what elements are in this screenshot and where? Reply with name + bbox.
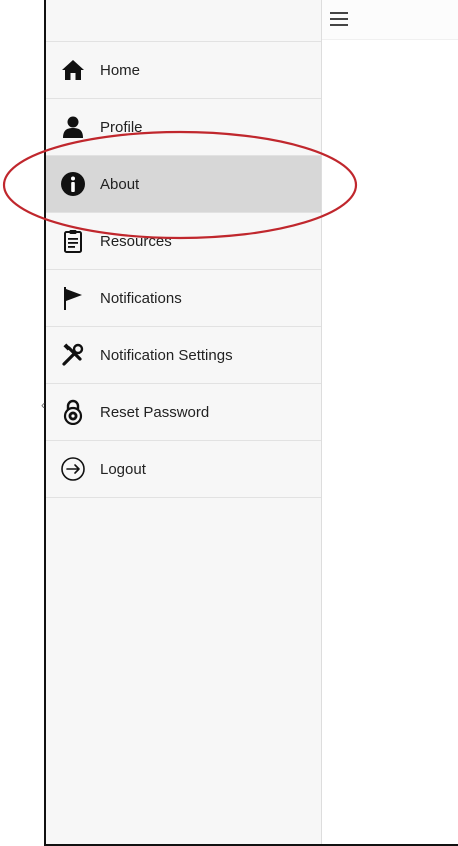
menu-item-label: Reset Password (100, 403, 210, 421)
menu-item-profile[interactable]: Profile (46, 99, 321, 156)
top-bar (322, 0, 458, 40)
drawer-header (46, 0, 321, 42)
menu-item-label: Profile (100, 118, 143, 136)
menu-item-label: Notifications (100, 289, 182, 307)
flag-icon (60, 285, 86, 311)
padlock-icon (60, 399, 86, 425)
menu-item-notification-settings[interactable]: Notification Settings (46, 327, 321, 384)
logout-icon (60, 456, 86, 482)
tools-icon (60, 342, 86, 368)
user-icon (60, 114, 86, 140)
menu-item-label: Notification Settings (100, 346, 233, 364)
menu-item-label: Logout (100, 460, 146, 478)
menu-item-label: Resources (100, 232, 172, 250)
menu-item-label: About (100, 175, 140, 193)
home-icon (60, 57, 86, 83)
menu-item-notifications[interactable]: Notifications (46, 270, 321, 327)
main-content (322, 0, 458, 844)
edge-tick: ‹ (41, 398, 45, 412)
info-icon (60, 171, 86, 197)
hamburger-icon[interactable] (330, 12, 348, 28)
menu-item-reset-password[interactable]: Reset Password (46, 384, 321, 441)
menu-item-label: Home (100, 61, 141, 79)
frame-border-left (44, 0, 46, 846)
menu-item-logout[interactable]: Logout (46, 441, 321, 498)
clipboard-icon (60, 228, 86, 254)
menu-item-home[interactable]: Home (46, 42, 321, 99)
menu-item-resources[interactable]: Resources (46, 213, 321, 270)
menu-item-about[interactable]: About (46, 156, 321, 213)
side-drawer: Home Profile About Resources Notificatio… (46, 0, 322, 844)
